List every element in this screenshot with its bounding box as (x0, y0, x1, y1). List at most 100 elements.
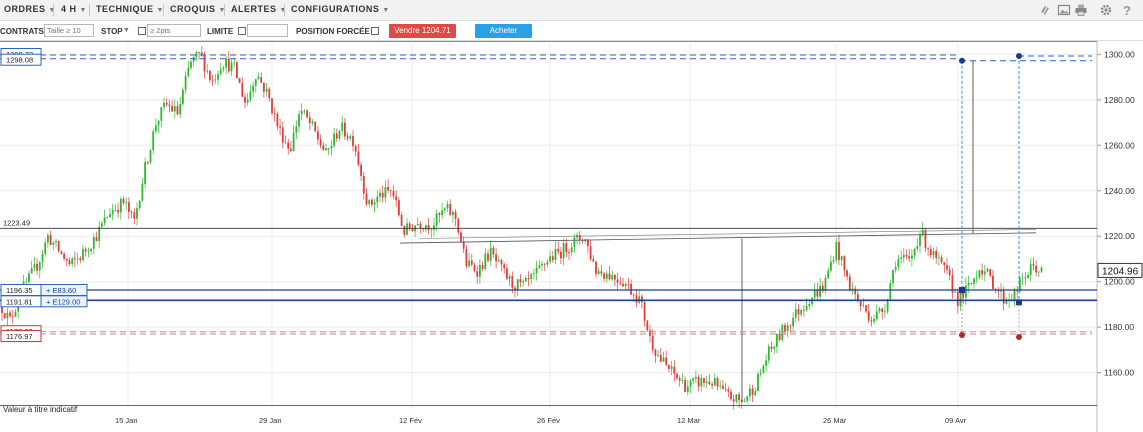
candle-body (71, 258, 74, 264)
candle-body (92, 237, 95, 249)
x-tick-label-4: 12 Mar (677, 416, 701, 425)
candle-body (271, 98, 273, 114)
candle-body (975, 277, 978, 279)
candle-body (713, 378, 716, 386)
candle-body (233, 62, 236, 64)
chevron-down-icon[interactable]: ▼ (123, 27, 130, 34)
candle-body (965, 285, 967, 298)
y-tick-label-4: 1220.00 (1104, 231, 1135, 241)
candle-body (929, 249, 932, 256)
candle-body (268, 88, 271, 99)
position-tag-1: 1196.35 (0, 283, 42, 296)
menu-configurations[interactable]: CONFIGURATIONS ▼ (291, 4, 390, 14)
candle-body (878, 308, 881, 312)
candle-body (892, 269, 894, 284)
candle-body (308, 117, 311, 124)
menu-technique[interactable]: TECHNIQUE ▼ (96, 4, 164, 14)
candle-body (87, 251, 90, 252)
candle-body (695, 377, 697, 379)
limit-checkbox[interactable] (238, 27, 246, 35)
candle-body (373, 202, 376, 205)
candle-body (592, 259, 595, 262)
candle-body (327, 148, 330, 149)
menu-alertes[interactable]: ALERTES▼ (231, 4, 287, 14)
candle-body (354, 146, 357, 152)
candle-body (624, 283, 627, 287)
candle-body (905, 254, 908, 257)
candle-body (794, 309, 797, 318)
candle-body (14, 311, 17, 317)
candle-body (924, 230, 927, 249)
candle-body (371, 199, 373, 205)
limit-label: LIMITE (207, 27, 234, 36)
candle-body (603, 273, 605, 279)
gear-icon[interactable] (1099, 3, 1113, 17)
candle-body (28, 273, 30, 282)
menu-divider (224, 4, 225, 16)
sell-button[interactable]: Vendre 1204.71 (389, 24, 456, 38)
menu-technique-label: TECHNIQUE (96, 4, 154, 14)
candle-body (722, 385, 724, 390)
contracts-size-input[interactable] (44, 24, 94, 37)
price-chart[interactable]: 1300.00 1280.00 1260.00 1240.00 1220.00 1200.… (0, 41, 1143, 432)
candle-body (470, 260, 473, 265)
menu-divider (284, 4, 285, 16)
candle-body (389, 190, 392, 192)
candle-body (319, 139, 322, 146)
image-icon[interactable] (1057, 3, 1071, 17)
menu-croquis[interactable]: CROQUIS ▼ (170, 4, 226, 14)
candle-body (630, 283, 632, 295)
candle-body (781, 325, 784, 340)
candle-body (476, 271, 479, 277)
candle-body (978, 270, 981, 278)
candle-body (595, 261, 597, 275)
forced-position-checkbox[interactable] (371, 27, 379, 35)
candle-body (757, 373, 759, 392)
candle-body (981, 270, 983, 275)
stop-checkbox[interactable] (138, 27, 146, 35)
candle-body (989, 269, 992, 276)
candle-body (873, 319, 875, 322)
chevron-down-icon: ▼ (382, 7, 390, 14)
candle-body (443, 208, 446, 211)
candle-body (743, 400, 746, 402)
candle-body (862, 305, 865, 307)
candle-body (36, 263, 38, 271)
candle-body (508, 276, 511, 279)
candle-body (217, 73, 219, 80)
candle-body (68, 260, 71, 264)
candle-body (419, 223, 422, 229)
candle-body (1040, 267, 1043, 272)
x-tick-label-0: 15 Jan (115, 416, 138, 425)
print-icon[interactable] (1074, 3, 1088, 17)
menu-orders[interactable]: ORDRES▼ (4, 4, 56, 14)
candle-body (163, 102, 165, 108)
layers-icon[interactable] (1038, 3, 1052, 17)
candle-body (870, 320, 873, 322)
limit-input[interactable] (247, 24, 288, 37)
candle-body (557, 248, 560, 252)
candle-body (894, 267, 897, 270)
chart-area[interactable]: 1300.00 1280.00 1260.00 1240.00 1220.00 1200.… (0, 41, 1143, 432)
stop-input[interactable] (147, 24, 201, 37)
candle-body (438, 213, 441, 216)
candle-body (295, 126, 298, 133)
candle-body (705, 381, 708, 384)
candle-body (597, 271, 600, 275)
help-icon[interactable]: ? (1120, 3, 1134, 18)
candle-body (703, 377, 705, 384)
candle-body (635, 295, 638, 303)
candle-body (400, 215, 403, 226)
candle-body (395, 196, 398, 201)
candle-body (549, 256, 551, 262)
candle-body (284, 142, 287, 144)
candle-body (578, 234, 581, 241)
candle-body (875, 311, 878, 320)
candle-body (686, 386, 689, 393)
candle-body (719, 385, 722, 387)
menu-timeframe[interactable]: 4 H ▼ (61, 4, 87, 14)
candle-body (63, 253, 65, 259)
candle-body (619, 282, 622, 284)
candle-body (546, 261, 549, 265)
buy-button[interactable]: Acheter 1205.21 (475, 24, 532, 49)
